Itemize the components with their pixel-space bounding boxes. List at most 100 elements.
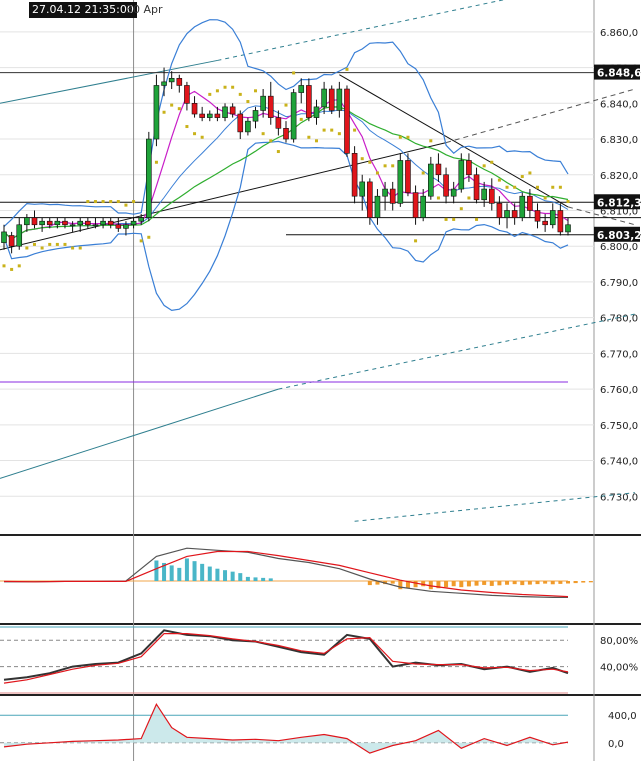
candle-body (138, 217, 144, 222)
sar-dot (132, 200, 136, 204)
sar-dot (551, 185, 555, 189)
macd-histogram-bar (169, 565, 174, 581)
price-tick-label: 6.770,0 (600, 349, 638, 360)
candle-body (260, 95, 266, 111)
sar-dot (223, 85, 227, 89)
candle-body (107, 220, 114, 226)
sar-dot (391, 164, 395, 168)
price-tick-label: 6.820,0 (600, 171, 638, 182)
macd-histogram-bar (230, 571, 235, 581)
macd-histogram-bar (505, 581, 510, 585)
stoch-tick-label: 40,00% (600, 663, 638, 674)
candle-body (237, 113, 244, 133)
sar-dot (139, 239, 143, 243)
macd-histogram-bar (543, 581, 548, 584)
candle-body (382, 188, 388, 197)
sar-dot (497, 178, 501, 182)
macd-histogram-bar (550, 581, 555, 585)
sar-dot (109, 200, 113, 204)
macd-histogram-bar (413, 581, 418, 588)
sar-dot (429, 139, 433, 143)
candle-body (443, 174, 449, 197)
sar-dot (48, 242, 52, 246)
sar-dot (505, 185, 509, 189)
macd-histogram-bar (573, 581, 578, 583)
sar-dot (444, 217, 448, 221)
candle-body (54, 220, 61, 226)
candle-body (31, 217, 38, 226)
candle-body (1, 231, 7, 243)
sar-dot (406, 135, 410, 139)
candle-body (8, 235, 15, 247)
candle-body (306, 85, 312, 118)
candle-body (184, 85, 190, 104)
sar-dot (215, 89, 219, 93)
macd-histogram-bar (588, 581, 593, 583)
sar-dot (162, 110, 166, 114)
sar-dot (299, 117, 303, 121)
sar-dot (375, 171, 379, 175)
candle-body (85, 220, 91, 226)
sar-dot (185, 125, 189, 129)
candle-body (146, 138, 152, 218)
sar-dot (40, 246, 44, 250)
macd-histogram-bar (268, 578, 273, 581)
macd-histogram-bar (192, 561, 197, 581)
macd-histogram-bar (459, 581, 464, 588)
candle-body (39, 220, 45, 226)
chart-canvas[interactable]: 6.860,06.850,06.840,06.830,06.820,06.810… (0, 0, 641, 761)
sar-dot (10, 267, 14, 271)
sar-dot (55, 242, 59, 246)
sar-dot (307, 135, 311, 139)
candle-body (46, 220, 53, 226)
sar-dot (475, 217, 479, 221)
price-tick-label: 6.760,0 (600, 385, 638, 396)
sar-dot (558, 185, 562, 189)
price-label-text: 6.848,6 (597, 68, 641, 80)
sar-dot (513, 185, 517, 189)
macd-histogram-bar (581, 581, 586, 583)
candle-body (199, 113, 205, 118)
sar-dot (25, 246, 29, 250)
sar-dot (261, 132, 265, 136)
candle-body (115, 224, 122, 229)
candle-body (214, 113, 221, 118)
sar-dot (322, 128, 326, 132)
chart-window: 6.860,06.850,06.840,06.830,06.820,06.810… (0, 0, 641, 761)
sar-dot (368, 160, 372, 164)
sar-dot (452, 217, 456, 221)
candle-body (130, 220, 137, 226)
candle-body (176, 78, 183, 86)
sar-dot (482, 164, 486, 168)
macd-histogram-bar (154, 560, 159, 581)
candle-body (313, 106, 320, 118)
macd-histogram-bar (215, 568, 220, 581)
macd-histogram-bar (200, 563, 205, 581)
candle-body (511, 210, 518, 218)
candle-body (488, 188, 495, 204)
candle-body (527, 195, 533, 211)
sar-dot (71, 246, 75, 250)
sar-dot (330, 128, 334, 132)
macd-histogram-bar (177, 567, 182, 581)
candle-body (191, 103, 198, 115)
candle-body (450, 188, 457, 197)
sar-dot (154, 160, 158, 164)
candle-body (100, 220, 106, 226)
sar-dot (536, 185, 540, 189)
sar-dot (246, 100, 250, 104)
price-label-text: 6.803,2 (597, 230, 641, 242)
sar-dot (292, 71, 296, 75)
sar-dot (353, 128, 357, 132)
sar-dot (383, 164, 387, 168)
macd-histogram-bar (520, 581, 525, 586)
price-tick-label: 6.790,0 (600, 278, 638, 289)
candle-body (519, 195, 526, 218)
macd-histogram-bar (451, 581, 456, 587)
sar-dot (520, 175, 524, 179)
sar-dot (467, 196, 471, 200)
macd-histogram-bar (527, 581, 532, 585)
candle-body (405, 160, 411, 193)
sar-dot (200, 135, 204, 139)
sar-dot (284, 103, 288, 107)
